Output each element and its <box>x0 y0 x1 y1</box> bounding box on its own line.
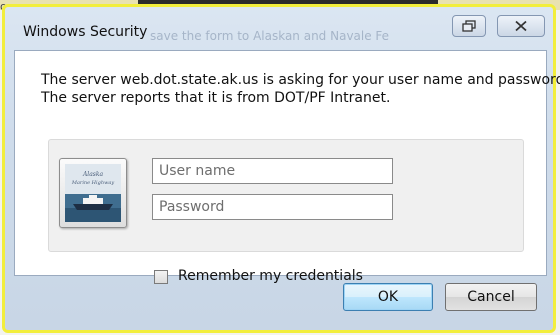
close-button[interactable] <box>497 15 545 37</box>
windows-security-dialog: Windows Security save the form to Alaska… <box>2 4 560 333</box>
server-message-line: The server web.dot.state.ak.us is asking… <box>41 72 560 88</box>
remember-credentials-label[interactable]: Remember my credentials <box>178 268 363 284</box>
username-input[interactable] <box>152 158 393 184</box>
ferry-picture-icon: Alaska Marine Highway <box>65 164 121 222</box>
server-message: The server web.dot.state.ak.us is asking… <box>41 71 560 107</box>
credential-tile[interactable]: Alaska Marine Highway <box>59 158 127 228</box>
password-input[interactable] <box>152 194 393 220</box>
title-ghost-text: save the form to Alaskan and Navale Fe <box>150 29 390 43</box>
remember-credentials-checkbox[interactable] <box>154 270 168 284</box>
restore-icon <box>462 20 476 32</box>
dialog-title: Windows Security <box>23 24 148 40</box>
cancel-button[interactable]: Cancel <box>445 283 537 311</box>
server-message-line: The server reports that it is from DOT/P… <box>41 90 391 106</box>
credential-panel: Alaska Marine Highway Remember my creden… <box>48 139 524 284</box>
svg-text:Alaska: Alaska <box>82 171 104 178</box>
svg-text:Marine Highway: Marine Highway <box>71 180 114 186</box>
dialog-content: The server web.dot.state.ak.us is asking… <box>14 50 560 284</box>
ferry-image: Alaska Marine Highway <box>65 164 121 222</box>
restore-button[interactable] <box>452 15 486 37</box>
close-icon <box>515 20 527 32</box>
title-bar[interactable]: Windows Security save the form to Alaska… <box>5 7 553 45</box>
ok-button[interactable]: OK <box>343 283 433 311</box>
